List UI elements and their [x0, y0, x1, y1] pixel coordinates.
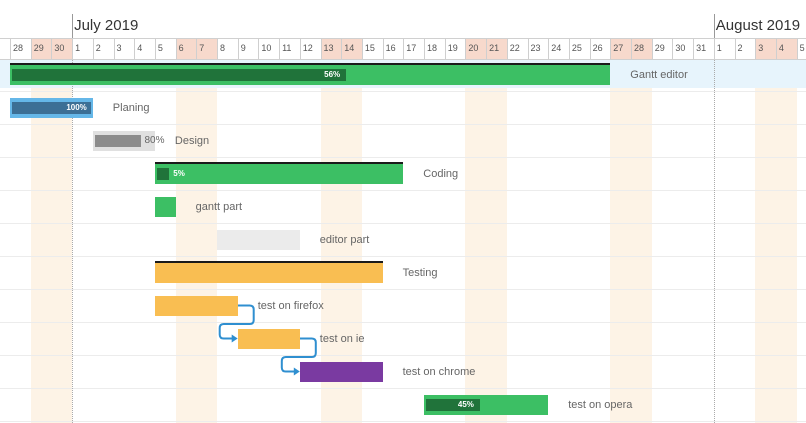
day-cell: 20 [465, 39, 487, 59]
task-label: Coding [423, 167, 459, 180]
task-bar[interactable] [154, 262, 383, 283]
task-bar[interactable] [237, 328, 300, 349]
day-cell: 29 [30, 39, 52, 59]
task-bar[interactable] [154, 196, 176, 217]
day-cell: 13 [320, 39, 342, 59]
task-label: Design [174, 134, 210, 147]
row-line [0, 388, 806, 389]
day-cell: 1 [72, 39, 93, 59]
day-cell: 17 [403, 39, 424, 59]
day-cell: 28 [10, 39, 31, 59]
task-bar[interactable] [217, 229, 300, 250]
day-cell: 5 [154, 39, 176, 59]
day-cell: 23 [527, 39, 549, 59]
day-cell: 16 [382, 39, 404, 59]
row-line [0, 91, 806, 92]
progress-label: 56% [324, 69, 341, 79]
day-cell: 25 [568, 39, 590, 59]
task-label: Gantt editor [630, 68, 688, 81]
progress-label: 45% [457, 399, 474, 409]
day-cell: 5 [796, 39, 806, 59]
task-label: editor part [319, 233, 370, 246]
row-line [0, 223, 806, 224]
day-cell: 2 [734, 39, 756, 59]
gantt-chart: July 2019 August 2019 28 29 30 1 2 3 4 5 6 7 8 9 10 1… [0, 0, 806, 423]
progress-label: 5% [173, 168, 185, 178]
row-line [0, 289, 806, 290]
day-cell: 12 [299, 39, 321, 59]
row-line [0, 421, 806, 422]
month-divider [713, 58, 715, 423]
task-label: test on firefox [257, 299, 324, 312]
task-label: gantt part [195, 200, 243, 213]
day-cell: 1 [713, 39, 735, 59]
month-label-july: July 2019 [74, 17, 139, 34]
day-cell: 8 [217, 39, 238, 59]
task-label: test on chrome [402, 365, 476, 378]
row-line [0, 256, 806, 257]
day-cell: 2 [92, 39, 114, 59]
task-progress [94, 134, 142, 147]
day-cell: 30 [672, 39, 693, 59]
day-cell: 19 [444, 39, 466, 59]
month-header: July 2019 August 2019 [0, 14, 806, 36]
day-cell: 29 [651, 39, 673, 59]
task-progress [12, 68, 346, 81]
day-cell: 3 [755, 39, 776, 59]
task-bar[interactable]: 45% [424, 394, 549, 415]
day-cell: 4 [134, 39, 155, 59]
row-line [0, 322, 806, 323]
task-bar[interactable]: 56% [10, 64, 611, 85]
day-cell: 15 [361, 39, 383, 59]
month-label-august: August 2019 [715, 17, 801, 34]
task-bar[interactable]: 5% [154, 163, 404, 184]
day-cell: 11 [279, 39, 300, 59]
day-cell: 21 [486, 39, 507, 59]
row-line [0, 355, 806, 356]
task-label: Testing [402, 266, 438, 279]
task-bar[interactable]: 100% [10, 97, 93, 118]
day-cell: 6 [175, 39, 197, 59]
task-progress [156, 167, 170, 180]
day-cell: 10 [258, 39, 279, 59]
day-cell: 3 [113, 39, 135, 59]
day-cell: 27 [610, 39, 631, 59]
day-cell: 4 [775, 39, 797, 59]
day-cell: 30 [51, 39, 73, 59]
day-cell: 14 [341, 39, 362, 59]
day-cell: 22 [506, 39, 528, 59]
day-cell: 31 [693, 39, 714, 59]
day-header: 28 29 30 1 2 3 4 5 6 7 8 9 10 11 12 13 14 15 16 17 18 19 20 21 2… [0, 38, 806, 60]
row-line [0, 124, 806, 125]
task-bar[interactable] [299, 361, 383, 382]
row-line [0, 157, 806, 158]
day-cell: 24 [548, 39, 569, 59]
task-label: test on opera [568, 398, 633, 411]
day-cell: 28 [631, 39, 652, 59]
day-cell: 26 [589, 39, 611, 59]
task-label: Planing [112, 101, 150, 114]
progress-label: 80% [144, 134, 165, 146]
day-cell: 18 [424, 39, 445, 59]
task-label: test on ie [319, 332, 365, 345]
day-cell: 7 [196, 39, 217, 59]
progress-label: 100% [66, 102, 87, 112]
day-cell: 9 [237, 39, 259, 59]
task-bar[interactable]: 80% [92, 130, 164, 151]
row-line [0, 190, 806, 191]
task-bar[interactable] [154, 295, 238, 316]
